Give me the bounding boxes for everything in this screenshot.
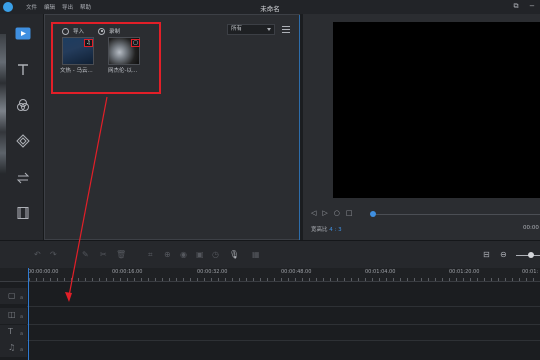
track-divider	[27, 324, 540, 325]
text-track-icon: T	[8, 327, 13, 336]
delete-icon[interactable]: 🗑	[116, 250, 126, 259]
preview-scrubber[interactable]	[376, 214, 540, 215]
snapshot-icon[interactable]: ▣	[196, 250, 204, 259]
lock-icon[interactable]: a	[20, 295, 23, 301]
undo-icon[interactable]: ↶	[34, 250, 41, 259]
media-filter-select[interactable]: 所有	[227, 24, 275, 35]
stop-icon[interactable]: □	[346, 209, 353, 217]
film-icon	[17, 207, 29, 219]
lock-icon[interactable]: a	[20, 314, 23, 320]
zoom-out-icon[interactable]: ⊖	[500, 250, 507, 259]
minimize-icon[interactable]: −	[528, 2, 536, 11]
transition-icon	[16, 172, 30, 184]
text-tab[interactable]	[14, 62, 32, 78]
edit-icon[interactable]: ✎	[82, 250, 89, 259]
media-filter-value: 所有	[231, 26, 243, 32]
element-tab[interactable]	[14, 205, 32, 221]
list-view-icon[interactable]	[282, 26, 290, 33]
lock-icon[interactable]: a	[20, 331, 23, 337]
timeline-toolbar	[0, 240, 540, 268]
video-preview	[333, 22, 540, 198]
ruler-ticks	[29, 278, 540, 281]
ruler-label: 00:00:00.00	[28, 269, 59, 275]
overlay-tab[interactable]	[14, 133, 32, 149]
restore-icon[interactable]: ⧉	[512, 2, 520, 11]
timer-icon[interactable]: ◷	[212, 250, 219, 259]
ruler-label: 00:00:48.00	[281, 269, 312, 275]
view-icon[interactable]: ◉	[180, 250, 187, 259]
aspect-ratio[interactable]: 宽高比 4 : 3	[311, 225, 342, 233]
chevron-down-icon	[267, 28, 271, 31]
media-tab[interactable]	[14, 25, 32, 41]
overlay-icon	[16, 134, 30, 148]
timeline-tracks	[0, 282, 540, 360]
filter-icon	[17, 99, 29, 111]
window-controls: ⧉ −	[512, 2, 536, 11]
split-icon[interactable]: ✂	[100, 250, 107, 259]
filter-tab[interactable]	[14, 97, 32, 113]
ruler-label: 00:01:04.00	[365, 269, 396, 275]
overlay-track-icon: ◫	[8, 310, 16, 319]
playback-controls: ◁ ▷ ○ □	[311, 209, 353, 217]
ruler-label: 00:01:	[522, 269, 539, 275]
next-frame-icon[interactable]: ○	[334, 209, 340, 217]
aspect-ratio-label: 宽高比	[311, 227, 328, 233]
zoom-slider-handle[interactable]	[528, 252, 534, 258]
prev-frame-icon[interactable]: ◁	[311, 209, 316, 217]
ruler-label: 00:01:20.00	[449, 269, 480, 275]
media-icon	[15, 27, 31, 39]
lock-icon[interactable]: a	[20, 347, 23, 353]
background-photo-strip	[0, 34, 6, 174]
redo-icon[interactable]: ↷	[50, 250, 57, 259]
annotation-box	[51, 22, 161, 94]
title-bar: 文件 编辑 导出 帮助 未命名 ⧉ −	[0, 0, 540, 14]
track-divider	[27, 306, 540, 307]
crop-icon[interactable]: ⌗	[148, 250, 153, 259]
transition-tab[interactable]	[14, 170, 32, 186]
zoom-in-icon[interactable]: ⊕	[164, 250, 171, 259]
microphone-icon[interactable]: 🎙	[229, 250, 239, 259]
panel-edge	[299, 15, 300, 241]
video-track-icon: ▢	[8, 291, 16, 300]
fit-icon[interactable]: ⊟	[483, 250, 490, 259]
ruler-label: 00:00:32.00	[197, 269, 228, 275]
mosaic-icon[interactable]: ▦	[252, 250, 260, 259]
music-track-icon: ♫	[8, 343, 16, 352]
play-icon[interactable]: ▷	[322, 209, 327, 217]
scrubber-handle[interactable]	[370, 211, 376, 217]
text-icon	[18, 64, 28, 75]
ruler-label: 00:00:16.00	[112, 269, 143, 275]
playhead[interactable]	[28, 268, 29, 360]
aspect-ratio-value: 4 : 3	[329, 227, 342, 233]
track-divider	[27, 340, 540, 341]
preview-timecode: 00:00	[523, 225, 539, 231]
window-title: 未命名	[260, 5, 280, 13]
